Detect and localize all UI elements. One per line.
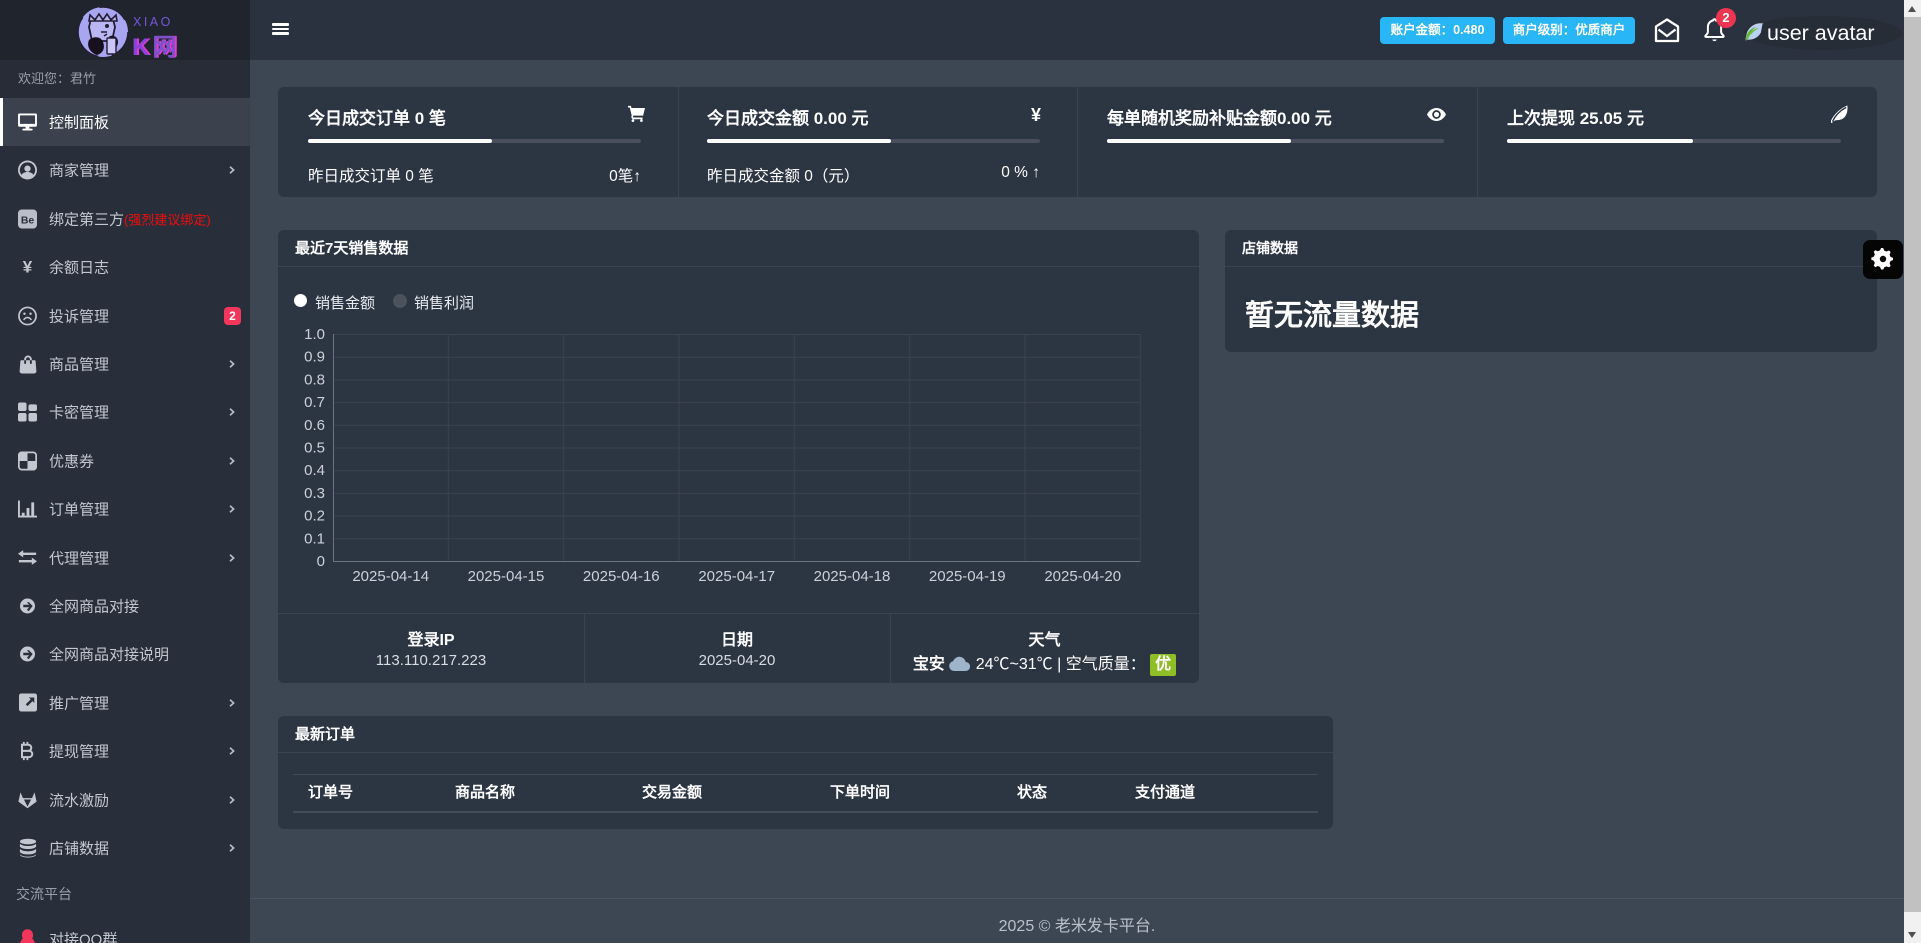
- svg-text:0.1: 0.1: [304, 530, 325, 547]
- svg-text:0: 0: [317, 553, 325, 570]
- svg-text:2025-04-16: 2025-04-16: [583, 568, 660, 585]
- svg-text:0.5: 0.5: [304, 440, 325, 457]
- svg-text:2025-04-14: 2025-04-14: [352, 568, 429, 585]
- svg-text:2025-04-15: 2025-04-15: [468, 568, 545, 585]
- svg-text:2025-04-19: 2025-04-19: [929, 568, 1006, 585]
- svg-text:2025-04-17: 2025-04-17: [698, 568, 775, 585]
- svg-text:2025-04-18: 2025-04-18: [814, 568, 891, 585]
- svg-text:0.6: 0.6: [304, 417, 325, 434]
- svg-text:0.4: 0.4: [304, 462, 325, 479]
- svg-text:2025-04-20: 2025-04-20: [1044, 568, 1121, 585]
- svg-text:0.3: 0.3: [304, 485, 325, 502]
- svg-text:0.2: 0.2: [304, 508, 325, 525]
- svg-text:1.0: 1.0: [304, 326, 325, 343]
- svg-text:0.8: 0.8: [304, 371, 325, 388]
- svg-text:0.7: 0.7: [304, 394, 325, 411]
- svg-text:0.9: 0.9: [304, 349, 325, 366]
- svg-text:Be: Be: [21, 215, 35, 226]
